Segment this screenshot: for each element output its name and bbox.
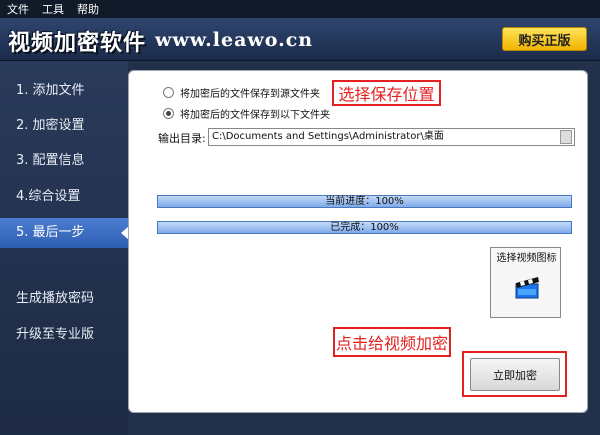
output-dir-field[interactable]: C:\Documents and Settings\Administrator\… — [208, 128, 575, 146]
sidebar-item-encrypt-settings[interactable]: 2. 加密设置 — [0, 111, 128, 141]
menu-file[interactable]: 文件 — [7, 1, 29, 17]
radio-button[interactable] — [163, 107, 174, 119]
radio-label: 将加密后的文件保存到源文件夹 — [180, 88, 320, 100]
sidebar-item-general-settings[interactable]: 4.综合设置 — [0, 182, 128, 212]
choose-video-icon-button[interactable]: 选择视频图标 — [490, 247, 561, 318]
radio-save-source[interactable]: 将加密后的文件保存到源文件夹 — [163, 84, 320, 100]
clapperboard-icon — [515, 277, 539, 299]
choose-video-icon-label: 选择视频图标 — [496, 253, 557, 264]
current-progress-bar: 当前进度：100% — [157, 195, 572, 208]
sidebar-item-upgrade-pro[interactable]: 升级至专业版 — [0, 320, 128, 350]
output-dir-value: C:\Documents and Settings\Administrator\… — [212, 131, 444, 142]
radio-label: 将加密后的文件保存到以下文件夹 — [180, 109, 330, 121]
annotation-choose-location: 选择保存位置 — [332, 80, 441, 106]
encrypt-now-button[interactable]: 立即加密 — [470, 358, 560, 391]
sidebar-item-generate-password[interactable]: 生成播放密码 — [0, 284, 128, 314]
menu-help[interactable]: 帮助 — [77, 1, 99, 17]
sidebar-item-last-step[interactable]: 5. 最后一步 — [0, 218, 129, 248]
annotation-click-encrypt: 点击给视频加密 — [333, 327, 451, 357]
radio-save-folder[interactable]: 将加密后的文件保存到以下文件夹 — [163, 105, 330, 121]
site-url: www.leawo.cn — [155, 29, 314, 51]
encrypt-highlight: 立即加密 — [462, 351, 567, 397]
browse-button[interactable] — [560, 130, 572, 144]
sidebar-item-config-info[interactable]: 3. 配置信息 — [0, 146, 128, 176]
sidebar-item-label: 5. 最后一步 — [16, 225, 85, 240]
buy-button[interactable]: 购买正版 — [502, 27, 587, 51]
app-title: 视频加密软件 — [8, 31, 147, 56]
main-panel: 将加密后的文件保存到源文件夹 将加密后的文件保存到以下文件夹 选择保存位置 输出… — [128, 70, 588, 413]
menu-bar: 文件 工具 帮助 — [0, 0, 600, 18]
sidebar-item-add-files[interactable]: 1. 添加文件 — [0, 76, 128, 106]
sidebar: 1. 添加文件 2. 加密设置 3. 配置信息 4.综合设置 5. 最后一步 生… — [0, 61, 129, 435]
output-dir-label: 输出目录: — [158, 132, 206, 145]
app-header: 视频加密软件 www.leawo.cn 购买正版 — [0, 18, 600, 61]
radio-button[interactable] — [163, 86, 174, 98]
menu-tools[interactable]: 工具 — [42, 1, 64, 17]
total-progress-bar: 已完成：100% — [157, 221, 572, 234]
